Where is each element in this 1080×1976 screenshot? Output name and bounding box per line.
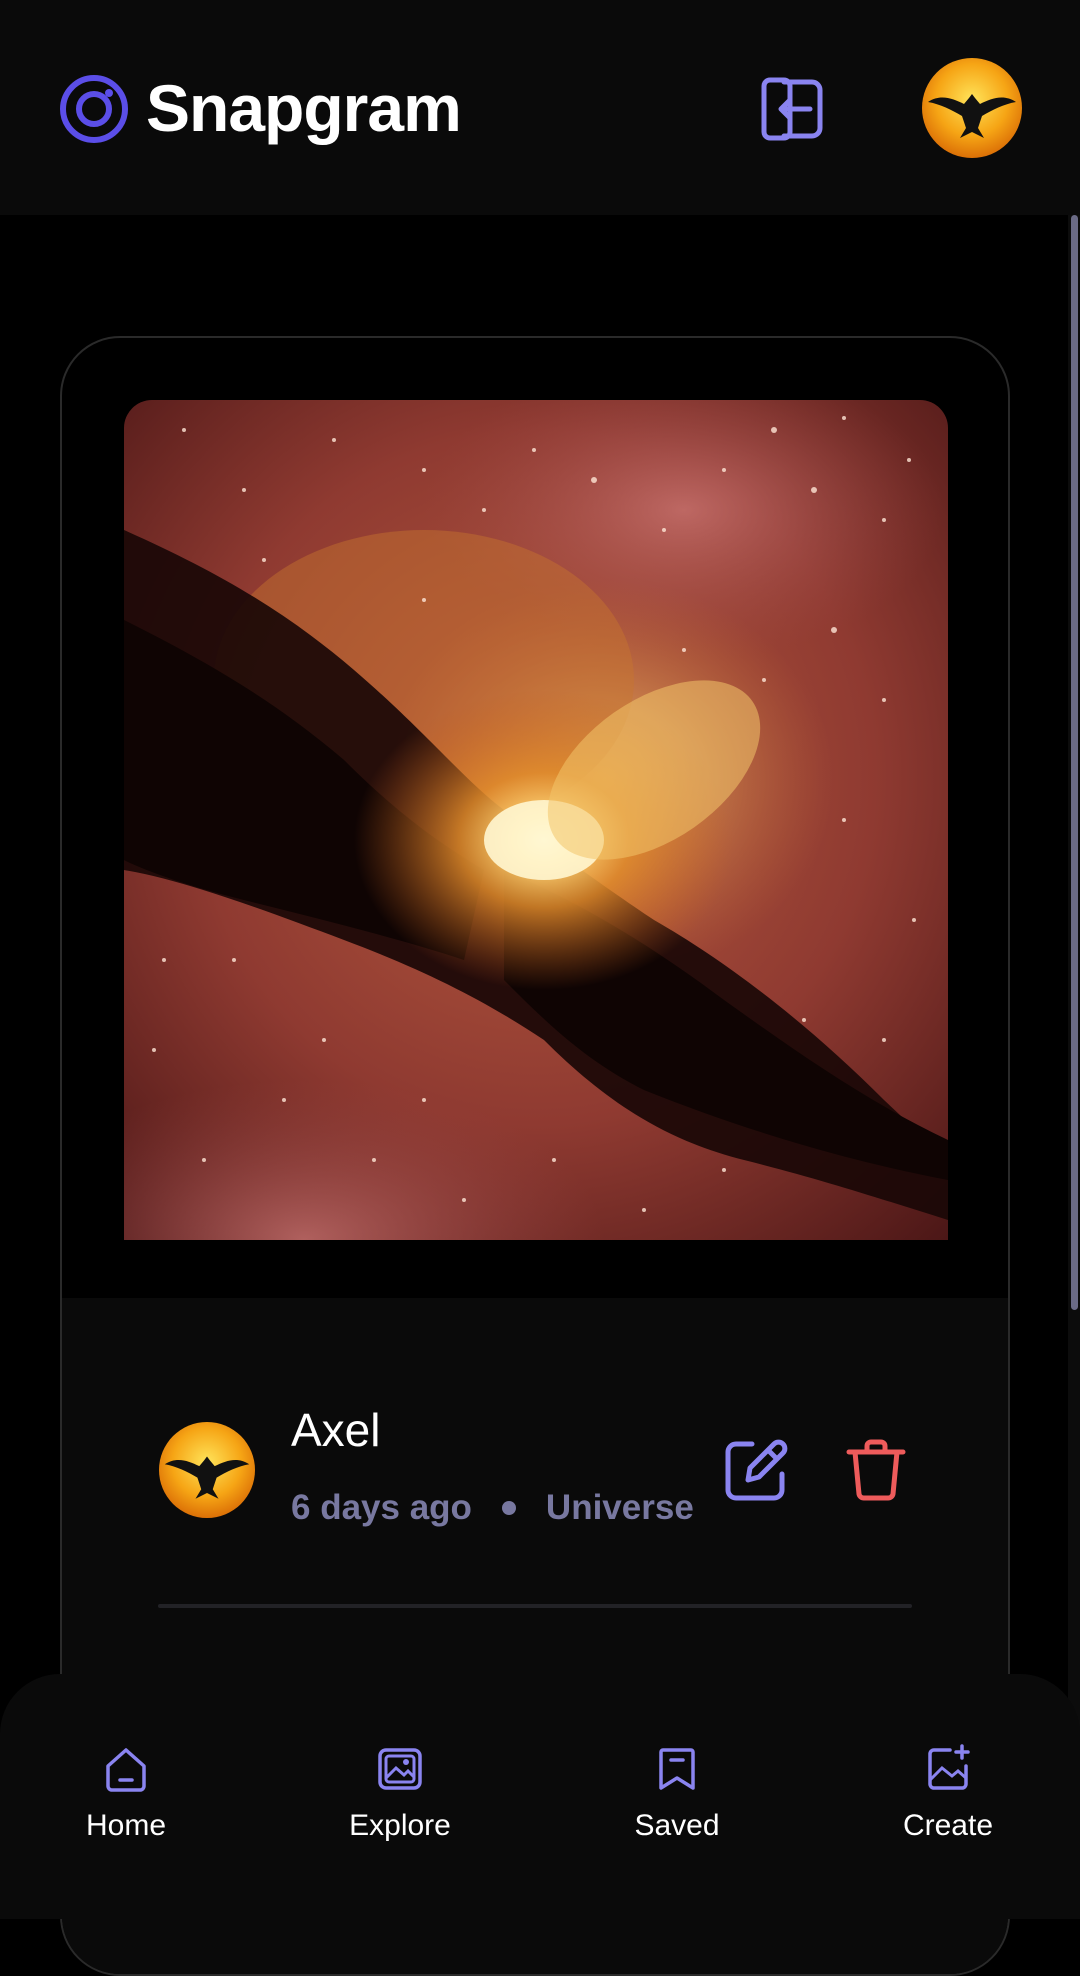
nav-home[interactable]: Home (26, 1744, 226, 1844)
author-name[interactable]: Axel (291, 1402, 380, 1458)
top-bar: Snapgram (0, 0, 1080, 215)
user-avatar[interactable] (922, 58, 1022, 158)
explore-icon (378, 1748, 422, 1790)
post-meta: 6 days ago Universe (291, 1484, 694, 1532)
home-icon (106, 1748, 146, 1792)
scrollbar-thumb[interactable] (1071, 215, 1078, 1310)
post-divider (158, 1604, 912, 1608)
nav-explore[interactable]: Explore (300, 1744, 500, 1844)
trash-icon[interactable] (845, 1438, 907, 1502)
author-avatar[interactable] (159, 1422, 255, 1518)
nav-explore-label: Explore (349, 1809, 451, 1842)
snapgram-logo-icon[interactable] (58, 73, 130, 145)
create-icon (928, 1744, 970, 1790)
nebula-photo (124, 400, 948, 1240)
nav-saved[interactable]: Saved (577, 1744, 777, 1844)
app-title[interactable]: Snapgram (146, 68, 462, 148)
separator-dot (501, 1500, 516, 1515)
post-time: 6 days ago (291, 1488, 472, 1527)
edit-icon[interactable] (722, 1436, 790, 1504)
post-image[interactable] (124, 400, 948, 1240)
nav-create[interactable]: Create (848, 1744, 1048, 1844)
logout-icon[interactable] (758, 72, 828, 146)
nav-home-label: Home (85, 1809, 167, 1842)
nav-saved-label: Saved (634, 1809, 720, 1842)
post-location: Universe (545, 1488, 694, 1527)
bookmark-icon (659, 1748, 695, 1790)
nav-create-label: Create (902, 1809, 994, 1842)
